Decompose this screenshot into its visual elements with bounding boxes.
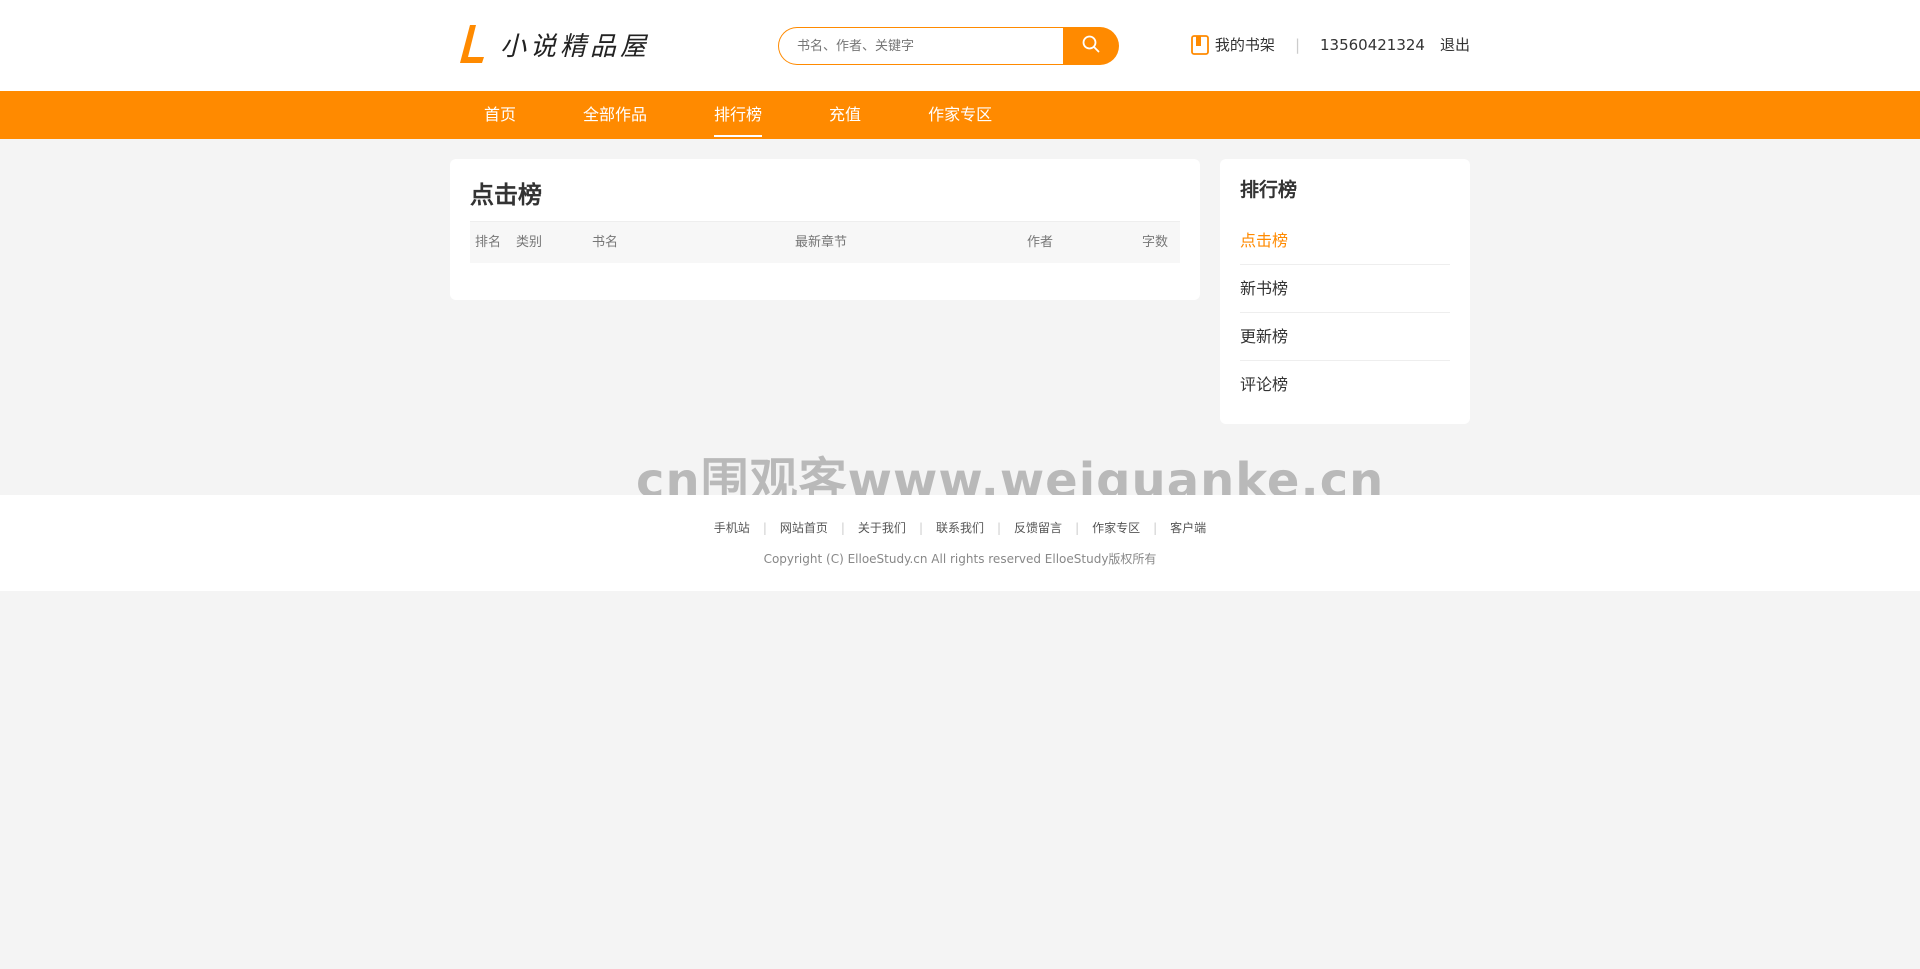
sidebar-title: 排行榜 — [1240, 179, 1298, 201]
column-word-count: 字数 — [1142, 235, 1169, 250]
bookshelf-link[interactable]: 我的书架 — [1191, 34, 1275, 55]
footer-separator: | — [762, 521, 767, 535]
sidebar-item-update-rank[interactable]: 更新榜 — [1240, 313, 1450, 361]
nav-item-recharge[interactable]: 充值 — [829, 91, 861, 139]
table-header: 排名 类别 书名 最新章节 作者 字数 — [470, 221, 1180, 263]
footer-link-about[interactable]: 关于我们 — [858, 521, 906, 535]
sidebar-item-click-rank[interactable]: 点击榜 — [1240, 217, 1450, 265]
search-bar — [778, 27, 1119, 65]
logo-l-icon — [460, 23, 486, 65]
content: 点击榜 排名 类别 书名 最新章节 作者 字数 排行榜 点击榜 新书榜 更新榜 … — [450, 159, 1470, 426]
column-book-name: 书名 — [592, 235, 619, 250]
column-latest-chapter: 最新章节 — [795, 235, 848, 250]
footer-link-author-zone[interactable]: 作家专区 — [1092, 521, 1140, 535]
logo[interactable]: 小说精品屋 — [460, 22, 650, 66]
nav-item-all-works[interactable]: 全部作品 — [583, 91, 647, 139]
column-category: 类别 — [516, 235, 543, 250]
nav-item-ranking[interactable]: 排行榜 — [714, 91, 763, 139]
user-area: 我的书架 | 13560421324 退出 — [1191, 34, 1470, 55]
page-title: 点击榜 — [470, 181, 542, 209]
footer-separator: | — [918, 521, 923, 535]
account-link[interactable]: 13560421324 — [1320, 36, 1425, 54]
footer-separator: | — [997, 521, 1002, 535]
footer-separator: | — [1153, 521, 1158, 535]
user-separator: | — [1294, 35, 1300, 54]
sidebar-item-new-book-rank[interactable]: 新书榜 — [1240, 265, 1450, 313]
footer: 手机站 | 网站首页 | 关于我们 | 联系我们 | 反馈留言 | 作家专区 | 客户端 Copyrig… — [0, 495, 1920, 591]
sidebar-item-comment-rank[interactable]: 评论榜 — [1240, 361, 1450, 408]
bookshelf-label: 我的书架 — [1214, 36, 1275, 54]
logout-link[interactable]: 退出 — [1440, 34, 1470, 55]
footer-links: 手机站 | 网站首页 | 关于我们 | 联系我们 | 反馈留言 | 作家专区 | 客户端 — [0, 495, 1920, 536]
nav-item-author-zone[interactable]: 作家专区 — [928, 91, 992, 139]
header: 小说精品屋 我的书架 — [0, 0, 1920, 91]
brand-name: 小说精品屋 — [500, 31, 651, 62]
ranking-panel: 点击榜 排名 类别 书名 最新章节 作者 字数 — [450, 159, 1200, 300]
footer-link-feedback[interactable]: 反馈留言 — [1014, 521, 1062, 535]
ranking-sidebar: 排行榜 点击榜 新书榜 更新榜 评论榜 — [1220, 159, 1470, 424]
nav-inner: 首页 全部作品 排行榜 充值 作家专区 — [450, 91, 1470, 139]
search-icon — [1082, 35, 1100, 57]
footer-separator: | — [1075, 521, 1080, 535]
main-nav: 首页 全部作品 排行榜 充值 作家专区 — [0, 91, 1920, 139]
footer-link-home[interactable]: 网站首页 — [780, 521, 828, 535]
footer-link-client[interactable]: 客户端 — [1170, 521, 1206, 535]
copyright: Copyright (C) ElloeStudy.cn All rights r… — [763, 552, 1157, 566]
bookshelf-icon — [1191, 34, 1209, 55]
search-input[interactable] — [778, 27, 1064, 65]
header-inner: 小说精品屋 我的书架 — [450, 0, 1470, 91]
search-button[interactable] — [1063, 27, 1119, 65]
footer-link-mobile[interactable]: 手机站 — [714, 521, 750, 535]
column-author: 作者 — [1027, 235, 1054, 250]
nav-item-home[interactable]: 首页 — [484, 91, 516, 139]
column-rank: 排名 — [475, 235, 502, 250]
footer-separator: | — [840, 521, 845, 535]
footer-link-contact[interactable]: 联系我们 — [936, 521, 984, 535]
